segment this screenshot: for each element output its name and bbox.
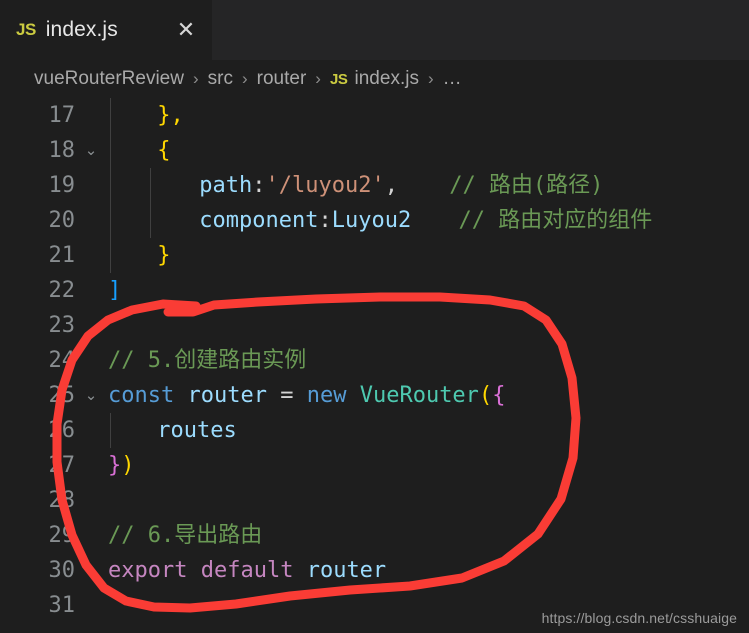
close-icon[interactable]: ✕ — [174, 18, 198, 42]
code-text: const router = new VueRouter({ — [104, 378, 505, 413]
code-text: }) — [104, 448, 135, 483]
code-line: 19 path:'/luyou2', // 路由(路径) — [0, 168, 749, 203]
code-editor[interactable]: 17 }, 18 ⌄ { 19 path:'/luyou2', // 路由(路径… — [0, 98, 749, 633]
line-number: 28 — [48, 488, 76, 513]
token-comment: // 路由(路径) — [449, 173, 604, 198]
breadcrumb: vueRouterReview › src › router › JS inde… — [0, 60, 749, 98]
code-line: 24 // 5.创建路由实例 — [0, 343, 749, 378]
breadcrumb-item-file[interactable]: index.js — [355, 68, 419, 90]
code-line: 25 ⌄ const router = new VueRouter({ — [0, 378, 749, 413]
indent-guide — [110, 413, 111, 448]
token-brace: { — [492, 383, 506, 408]
code-line: 26 routes — [0, 413, 749, 448]
code-line: 22 ] — [0, 273, 749, 308]
line-number: 23 — [48, 313, 76, 338]
code-text: component:Luyou2 // 路由对应的组件 — [104, 203, 652, 238]
code-text: routes — [104, 413, 237, 448]
chevron-right-icon: › — [315, 69, 321, 88]
line-number: 30 — [48, 558, 76, 583]
code-text: } — [104, 238, 171, 273]
code-line: 21 } — [0, 238, 749, 273]
line-number: 26 — [48, 418, 76, 443]
token-keyword-new: new — [306, 383, 347, 408]
code-text: }, — [104, 98, 184, 133]
chevron-right-icon: › — [192, 69, 199, 88]
line-number: 20 — [48, 208, 76, 233]
token-brace: }, — [157, 103, 184, 128]
editor-tab-bar: JS index.js ✕ — [0, 0, 749, 60]
token-property-key: component — [199, 208, 319, 233]
code-line: 23 — [0, 308, 749, 343]
line-number: 18 — [48, 138, 76, 163]
javascript-file-icon: JS — [329, 70, 348, 88]
line-number: 25 — [48, 383, 76, 408]
code-line: 27 }) — [0, 448, 749, 483]
token-class-name: VueRouter — [359, 383, 479, 408]
token-colon: : — [252, 173, 266, 198]
line-number: 31 — [48, 593, 76, 618]
token-comment: // 5.创建路由实例 — [108, 348, 307, 373]
token-string: '/luyou2' — [265, 173, 385, 198]
token-paren: ( — [478, 383, 493, 408]
breadcrumb-item-router[interactable]: router — [257, 68, 307, 90]
token-brace: { — [157, 138, 171, 163]
token-brace: } — [157, 243, 171, 268]
indent-guide — [110, 203, 111, 238]
indent-guide — [150, 168, 151, 203]
tab-index-js[interactable]: JS index.js ✕ — [0, 0, 212, 60]
token-keyword-const: const — [108, 383, 175, 408]
breadcrumb-item-project[interactable]: vueRouterReview — [34, 68, 184, 90]
token-keyword-export: export — [108, 558, 188, 583]
code-line: 28 — [0, 483, 749, 518]
chevron-right-icon: › — [427, 69, 434, 88]
code-line: 17 }, — [0, 98, 749, 133]
token-identifier: router — [306, 558, 387, 583]
token-brace: } — [108, 453, 122, 478]
vscode-window: JS index.js ✕ vueRouterReview › src › ro… — [0, 0, 749, 633]
breadcrumb-item-ellipsis[interactable]: … — [443, 68, 462, 90]
token-property-key: path — [199, 173, 253, 198]
indent-guide — [110, 238, 111, 273]
indent-guide — [110, 168, 111, 203]
code-text: // 5.创建路由实例 — [104, 343, 306, 378]
code-text: path:'/luyou2', // 路由(路径) — [104, 168, 603, 203]
code-line: 30 export default router — [0, 553, 749, 588]
code-text: export default router — [104, 553, 386, 588]
watermark-url: https://blog.csdn.net/csshuaige — [541, 610, 737, 626]
fold-chevron-icon[interactable]: ⌄ — [78, 133, 104, 168]
code-text: // 6.导出路由 — [104, 518, 262, 553]
token-identifier: Luyou2 — [331, 208, 412, 233]
indent-guide — [150, 203, 151, 238]
code-line: 29 // 6.导出路由 — [0, 518, 749, 553]
token-comment: // 路由对应的组件 — [458, 208, 653, 233]
token-keyword-default: default — [200, 558, 294, 583]
indent-guide — [110, 133, 111, 168]
indent-guide — [110, 98, 111, 133]
line-number: 17 — [48, 103, 76, 128]
code-line: 18 ⌄ { — [0, 133, 749, 168]
token-bracket: ] — [108, 278, 122, 303]
token-comma: , — [384, 173, 398, 198]
line-number: 29 — [48, 523, 76, 548]
code-text: { — [104, 133, 171, 168]
token-paren: ) — [121, 453, 135, 478]
line-number: 19 — [48, 173, 76, 198]
token-comment: // 6.导出路由 — [108, 523, 263, 548]
line-number: 22 — [48, 278, 76, 303]
line-number: 27 — [48, 453, 76, 478]
token-colon: : — [318, 208, 332, 233]
token-operator: = — [280, 383, 294, 408]
tab-title: index.js — [45, 18, 118, 41]
line-number: 24 — [48, 348, 76, 373]
chevron-right-icon: › — [241, 69, 248, 88]
line-number: 21 — [48, 243, 76, 268]
token-property: routes — [157, 418, 237, 443]
breadcrumb-item-src[interactable]: src — [208, 68, 233, 90]
token-identifier: router — [187, 383, 267, 408]
code-text: ] — [104, 273, 121, 308]
javascript-file-icon: JS — [16, 20, 36, 39]
code-line: 20 component:Luyou2 // 路由对应的组件 — [0, 203, 749, 238]
fold-chevron-icon[interactable]: ⌄ — [78, 378, 104, 413]
